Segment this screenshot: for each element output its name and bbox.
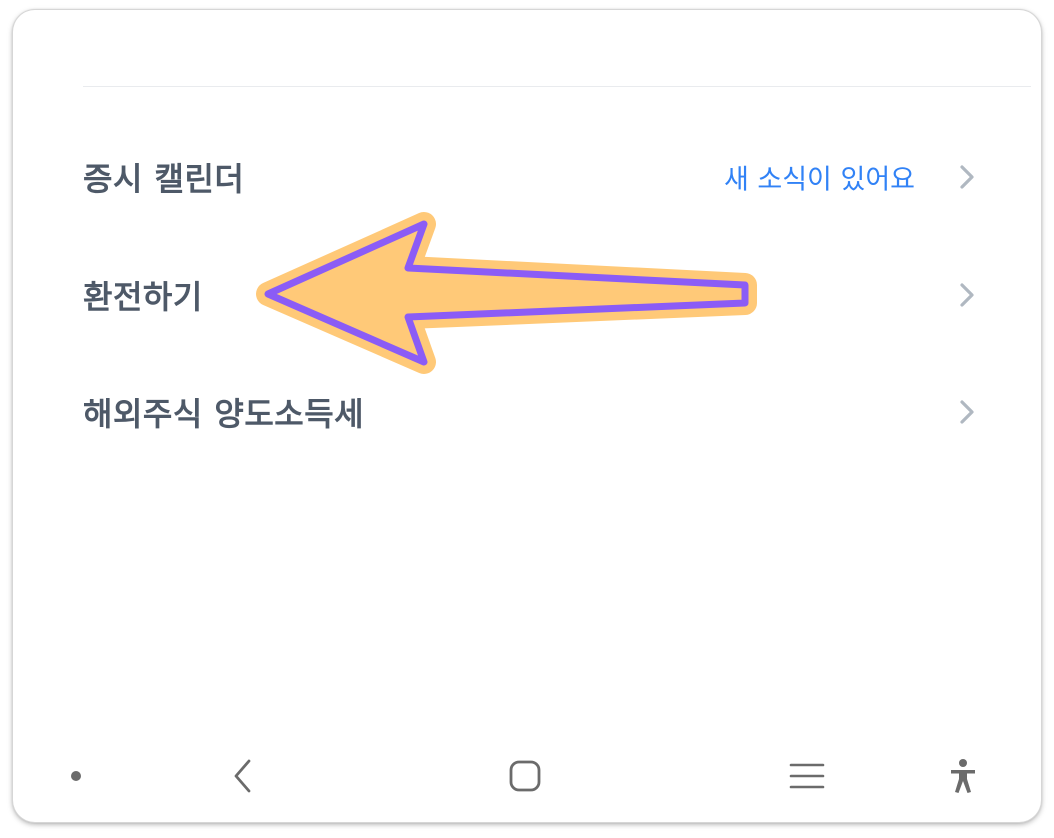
recent-apps-icon[interactable] [785, 754, 829, 798]
dot-icon [54, 754, 98, 798]
home-icon[interactable] [503, 754, 547, 798]
menu-item-market-calendar[interactable]: 증시 캘린더 새 소식이 있어요 [13, 137, 1041, 217]
app-screen: 증시 캘린더 새 소식이 있어요 환전하기 해외주식 양도소득세 [13, 10, 1041, 822]
section-divider [83, 86, 1031, 87]
back-icon[interactable] [221, 754, 265, 798]
system-navigation-bar [13, 732, 1041, 822]
menu-item-overseas-capital-gains-tax[interactable]: 해외주식 양도소득세 [13, 372, 1041, 452]
new-news-badge: 새 소식이 있어요 [723, 164, 915, 196]
chevron-right-icon [960, 400, 974, 424]
menu-item-label: 증시 캘린더 [83, 160, 245, 198]
menu-item-label: 해외주식 양도소득세 [83, 395, 365, 433]
menu-item-currency-exchange[interactable]: 환전하기 [13, 255, 1041, 335]
chevron-right-icon [960, 165, 974, 189]
accessibility-icon[interactable] [941, 754, 985, 798]
chevron-right-icon [960, 283, 974, 307]
menu-item-label: 환전하기 [83, 278, 203, 316]
